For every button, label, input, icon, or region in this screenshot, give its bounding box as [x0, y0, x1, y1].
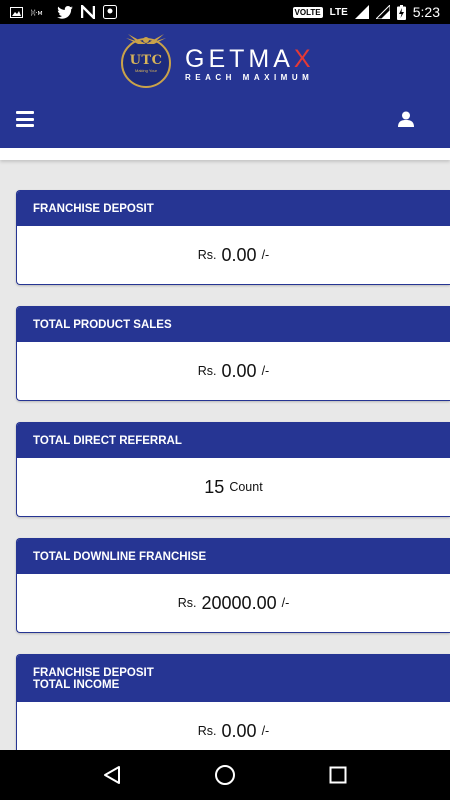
eagle-icon — [126, 32, 166, 49]
maps-icon — [103, 5, 117, 19]
volte-badge: VOLTE — [292, 6, 323, 18]
signal-2-icon — [375, 5, 390, 19]
lte-label: LTE — [329, 6, 348, 18]
card-amount: 0.00 — [221, 244, 257, 265]
n-app-icon — [81, 5, 95, 19]
battery-charging-icon — [396, 4, 406, 20]
card-amount: 20000.00 — [201, 592, 277, 613]
card-value-row: Rs. 20000.00 /- — [17, 574, 450, 632]
status-notifications: ᛞ·ᴍ — [10, 5, 117, 19]
currency-prefix: Rs. — [197, 364, 217, 378]
count-suffix: Count — [229, 480, 263, 494]
card-title-line2: TOTAL INCOME — [33, 678, 120, 691]
card-title: FRANCHISE DEPOSIT TOTAL INCOME — [17, 655, 450, 702]
card-value-row: 15 Count — [17, 458, 450, 516]
svg-text:ᛞ·ᴍ: ᛞ·ᴍ — [31, 9, 43, 17]
card-title-line1: FRANCHISE DEPOSIT — [33, 666, 154, 679]
card-franchise-deposit-total-income: FRANCHISE DEPOSIT TOTAL INCOME Rs. 0.00 … — [16, 654, 450, 761]
back-icon[interactable] — [92, 755, 132, 795]
recents-icon[interactable] — [318, 755, 358, 795]
card-title: TOTAL DIRECT REFERRAL — [17, 423, 450, 458]
twitter-icon — [57, 5, 73, 19]
brand-tagline: REACH MAXIMUM — [185, 72, 314, 82]
status-indicators: VOLTE LTE 5:23 — [292, 4, 440, 20]
brand-name: GETMAX — [185, 45, 315, 74]
card-amount: 0.00 — [221, 720, 257, 741]
card-total-direct-referral: TOTAL DIRECT REFERRAL 15 Count — [16, 422, 450, 517]
card-total-product-sales: TOTAL PRODUCT SALES Rs. 0.00 /- — [16, 306, 450, 401]
card-title: TOTAL DOWNLINE FRANCHISE — [17, 539, 450, 574]
cast-icon: ᛞ·ᴍ — [31, 7, 49, 17]
currency-suffix: /- — [261, 248, 270, 262]
app-header: UTC Making Your GETMAX REACH MAXIMUM — [0, 24, 450, 148]
home-icon[interactable] — [205, 755, 245, 795]
currency-suffix: /- — [261, 364, 270, 378]
card-amount: 15 — [204, 476, 225, 497]
card-title: FRANCHISE DEPOSIT — [17, 191, 450, 226]
dashboard-cards: FRANCHISE DEPOSIT Rs. 0.00 /- TOTAL PROD… — [16, 190, 450, 782]
card-amount: 0.00 — [221, 360, 257, 381]
card-value-row: Rs. 0.00 /- — [17, 226, 450, 284]
system-nav-bar — [0, 750, 450, 800]
status-bar: ᛞ·ᴍ VOLTE LTE 5:23 — [0, 0, 450, 24]
currency-prefix: Rs. — [197, 724, 217, 738]
hamburger-menu-icon[interactable] — [16, 111, 34, 127]
clock: 5:23 — [412, 4, 440, 20]
currency-suffix: /- — [261, 724, 270, 738]
currency-suffix: /- — [281, 596, 290, 610]
card-franchise-deposit: FRANCHISE DEPOSIT Rs. 0.00 /- — [16, 190, 450, 285]
header-divider — [0, 148, 450, 160]
utc-logo: UTC Making Your — [121, 34, 171, 88]
brand-name-accent: X — [293, 44, 315, 73]
brand-name-main: GETMA — [185, 44, 294, 73]
logo-subtext: Making Your — [134, 68, 157, 73]
card-total-downline-franchise: TOTAL DOWNLINE FRANCHISE Rs. 20000.00 /- — [16, 538, 450, 633]
card-title: TOTAL PRODUCT SALES — [17, 307, 450, 342]
signal-icon — [354, 5, 369, 19]
logo-text: UTC — [129, 53, 163, 68]
card-value-row: Rs. 0.00 /- — [17, 342, 450, 400]
user-profile-icon[interactable] — [398, 111, 414, 127]
brand-logo: UTC Making Your GETMAX REACH MAXIMUM — [121, 34, 315, 88]
brand-text: GETMAX REACH MAXIMUM — [185, 45, 315, 82]
currency-prefix: Rs. — [197, 248, 217, 262]
currency-prefix: Rs. — [177, 596, 197, 610]
image-icon — [10, 6, 23, 18]
